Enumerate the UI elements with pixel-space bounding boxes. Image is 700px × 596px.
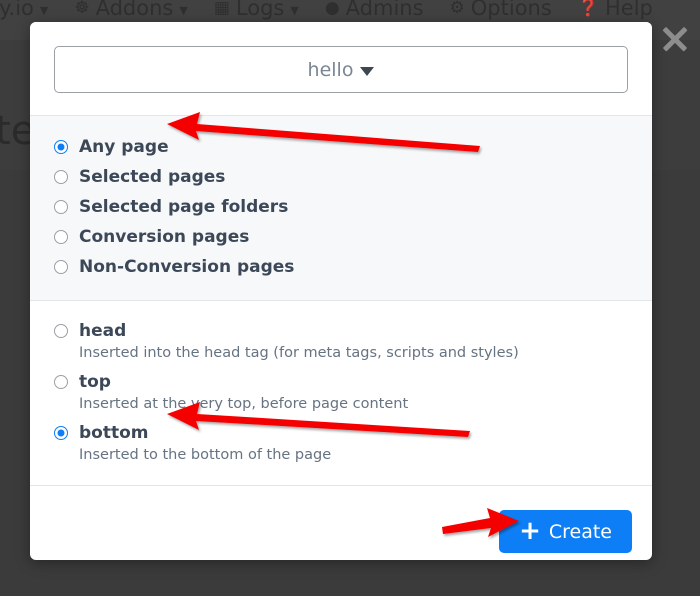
scope-option-selected-pages[interactable]: Selected pages (54, 162, 628, 192)
placement-option-bottom[interactable]: bottom Inserted to the bottom of the pag… (54, 418, 628, 463)
scope-option-non-conversion-pages[interactable]: Non-Conversion pages (54, 252, 628, 282)
placement-option-description: Inserted at the very top, before page co… (79, 396, 628, 412)
scope-option-conversion-pages[interactable]: Conversion pages (54, 222, 628, 252)
modal-header: hello (30, 22, 652, 115)
radio-icon[interactable] (54, 375, 68, 389)
logs-icon: ▦ (214, 0, 230, 17)
placement-option-top[interactable]: top Inserted at the very top, before pag… (54, 367, 628, 412)
placement-option-label: head (79, 321, 126, 341)
radio-icon[interactable] (54, 200, 68, 214)
nav-item-help-label: Help (605, 0, 653, 20)
scope-option-label: Selected page folders (79, 197, 288, 217)
scope-option-label: Selected pages (79, 167, 225, 187)
placement-option-bottom-row[interactable]: bottom (54, 418, 628, 448)
radio-icon[interactable] (54, 324, 68, 338)
scope-option-label: Non-Conversion pages (79, 257, 294, 277)
plus-icon: + (519, 518, 541, 544)
close-icon[interactable] (658, 22, 692, 56)
options-gear-icon: ⚙ (450, 0, 465, 17)
scope-option-label: Any page (79, 137, 169, 157)
scope-option-label: Conversion pages (79, 227, 249, 247)
nav-item-options-label: Options (471, 0, 552, 20)
snippet-select-value: hello (308, 59, 354, 81)
nav-item-addons-label: Addons (96, 0, 174, 20)
scope-option-any-page[interactable]: Any page (54, 132, 628, 162)
snippet-select[interactable]: hello (54, 46, 628, 93)
radio-icon[interactable] (54, 426, 68, 440)
nav-item-help[interactable]: ❓ Help (578, 0, 653, 20)
nav-item-admins[interactable]: ● Admins (325, 0, 424, 20)
radio-icon[interactable] (54, 230, 68, 244)
placement-group: head Inserted into the head tag (for met… (30, 301, 652, 485)
chevron-down-icon (360, 67, 374, 76)
placement-option-description: Inserted to the bottom of the page (79, 447, 628, 463)
chevron-down-icon: ▼ (290, 4, 298, 17)
placement-option-head-row[interactable]: head (54, 316, 628, 346)
scope-option-selected-page-folders[interactable]: Selected page folders (54, 192, 628, 222)
placement-option-label: bottom (79, 423, 149, 443)
radio-icon[interactable] (54, 140, 68, 154)
page-scope-group: Any page Selected pages Selected page fo… (30, 116, 652, 300)
nav-item-admins-label: Admins (346, 0, 424, 20)
placement-option-description: Inserted into the head tag (for meta tag… (79, 345, 628, 361)
nav-item-addons[interactable]: ☸ Addons ▼ (74, 0, 187, 20)
placement-option-head[interactable]: head Inserted into the head tag (for met… (54, 316, 628, 361)
chevron-down-icon: ▼ (179, 4, 187, 17)
placement-option-top-row[interactable]: top (54, 367, 628, 397)
radio-icon[interactable] (54, 260, 68, 274)
placement-option-label: top (79, 372, 111, 392)
help-icon: ❓ (578, 0, 599, 17)
create-button-label: Create (549, 521, 612, 543)
nav-item-site[interactable]: ◼ cky.io ▼ (0, 0, 48, 20)
nav-item-site-label: cky.io (0, 0, 34, 20)
chevron-down-icon: ▼ (40, 4, 48, 17)
radio-icon[interactable] (54, 170, 68, 184)
nav-item-logs-label: Logs (236, 0, 284, 20)
create-snippet-modal: hello Any page Selected pages Selected p… (30, 22, 652, 560)
addons-icon: ☸ (74, 0, 89, 17)
nav-item-options[interactable]: ⚙ Options (450, 0, 552, 20)
admins-icon: ● (325, 0, 340, 17)
modal-footer: + Create (30, 486, 652, 553)
nav-item-logs[interactable]: ▦ Logs ▼ (214, 0, 299, 20)
create-button[interactable]: + Create (499, 510, 632, 553)
